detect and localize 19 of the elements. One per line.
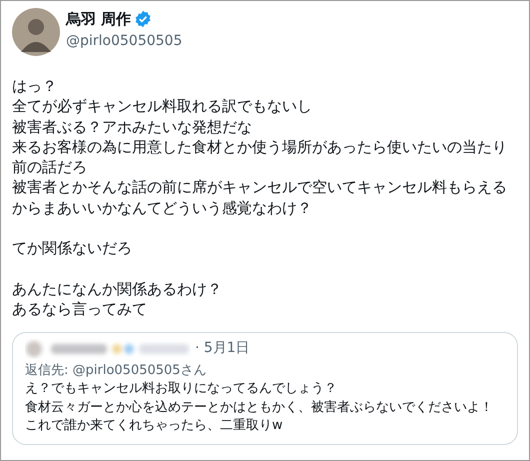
tweet-text-line: あるなら言ってみて: [12, 299, 148, 320]
tweet-text-line: 被害者ぶる？アホみたいな発想だな: [12, 116, 253, 137]
tweet-text-line: てか関係ないだろ: [12, 238, 133, 259]
display-name[interactable]: 烏羽 周作: [66, 9, 132, 29]
avatar-icon[interactable]: [12, 8, 60, 56]
tweet-text-line: からまあいいかなんてどういう感覚なわけ？: [12, 198, 313, 218]
quoted-tweet-card[interactable]: · 5月1日 返信先: @pirlo05050505さん え？でもキャンセル料お取りになってるんでしょう？ 食材云々ガーとか心を込めテーとかはともかく、被害者ぶらないでくださいよ！ これで誰か来てくれちゃったら、二重取りw: [12, 332, 518, 445]
user-handle[interactable]: @pirlo05050505: [66, 31, 182, 51]
tweet-text-line: 前の話だろ: [12, 157, 88, 178]
tweet-text-line: はっ？: [12, 76, 58, 96]
quoted-text-line: これで誰か来てくれちゃったら、二重取りw: [25, 417, 284, 436]
tweet-text-line: 全てが必ずキャンセル料取れる訳でもないし: [12, 96, 313, 117]
reply-to-text: 返信先: @pirlo05050505さん: [25, 362, 208, 380]
quoted-text-line: え？でもキャンセル料お取りになってるんでしょう？: [25, 380, 338, 398]
quoted-text-line: 食材云々ガーとか心を込めテーとかはともかく、被害者ぶらないでくださいよ！: [25, 398, 494, 417]
tweet-text-line: 来るお客様の為に用意した食材とか使う場所があったら使いたいの当たり: [12, 136, 508, 158]
tweet-text-line: 被害者とかそんな話の前に席がキャンセルで空いてキャンセル料もらえる: [12, 177, 508, 198]
tweet-text-line: あんたになんか関係あるわけ？: [12, 278, 223, 300]
tweet-date[interactable]: · 5月1日: [195, 339, 250, 358]
